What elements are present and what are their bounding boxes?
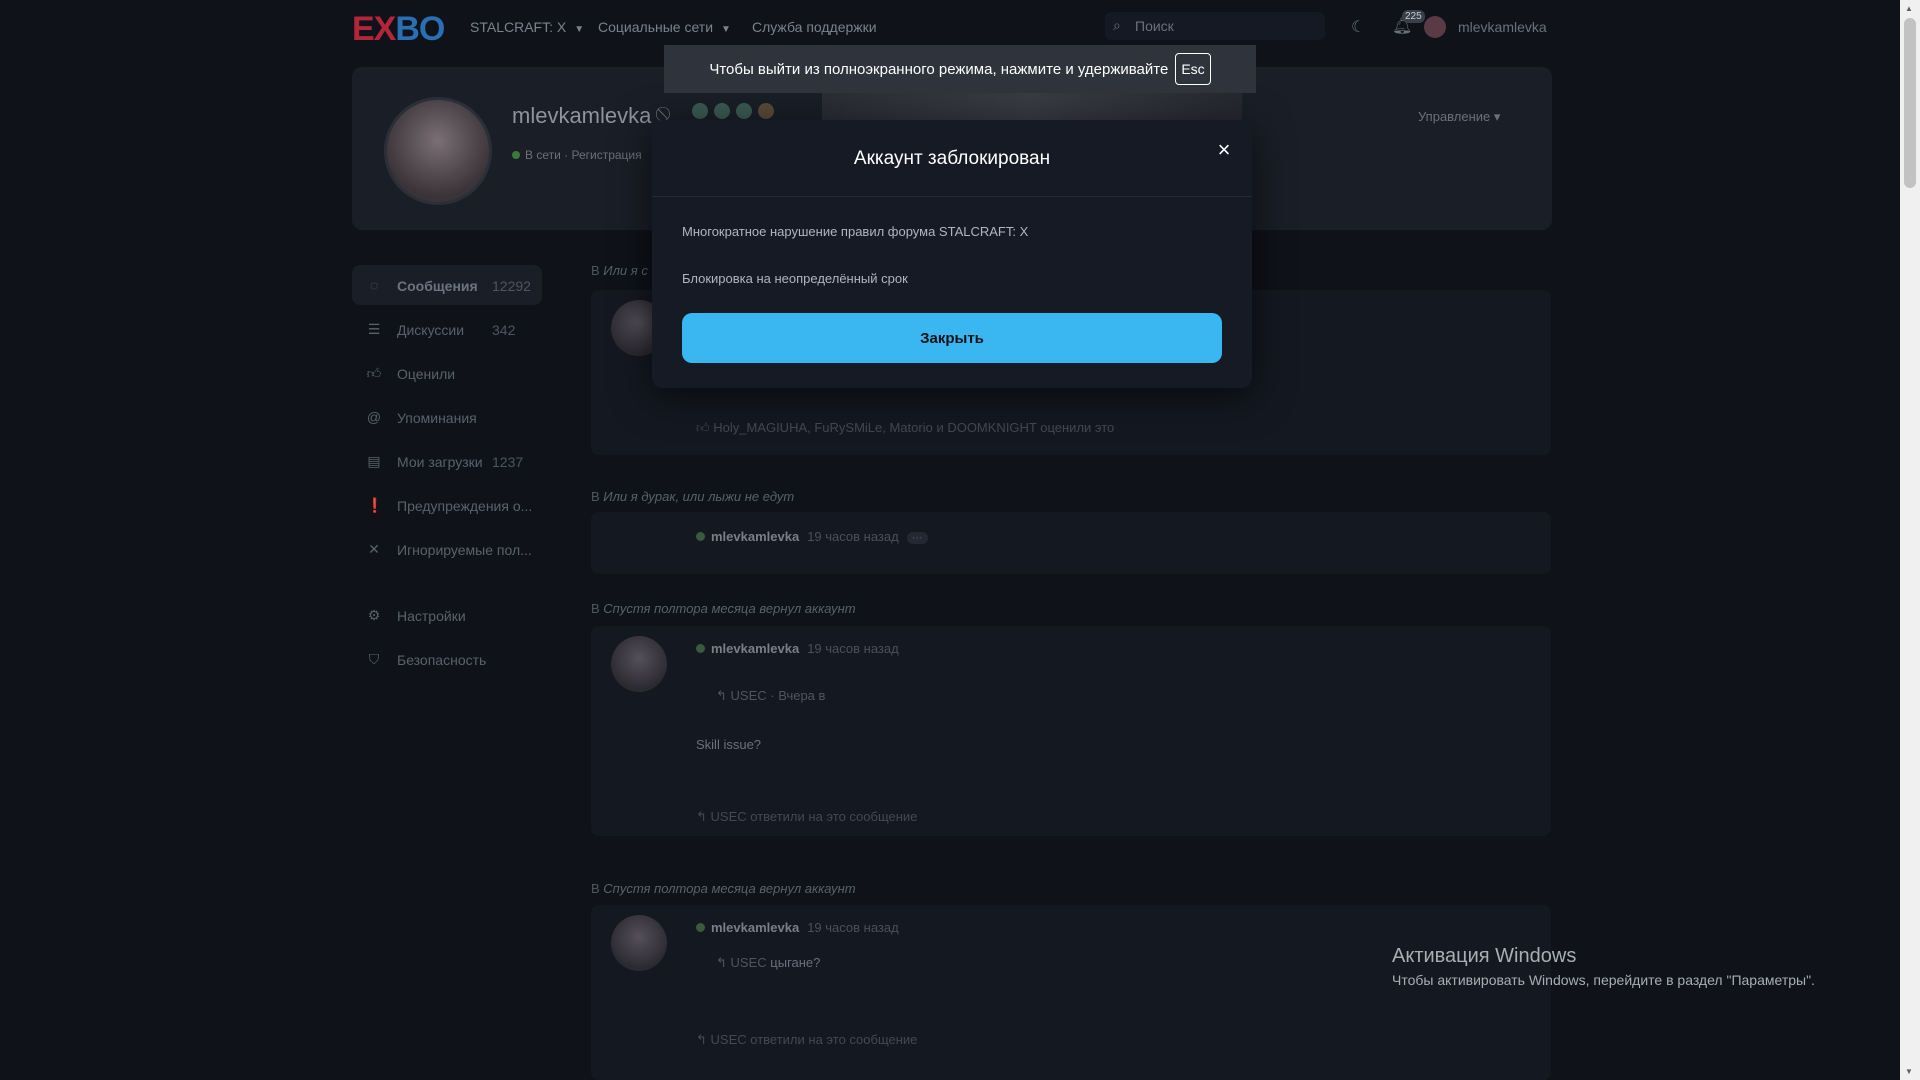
reply-footer[interactable]: ↰ USEC ответили на это сообщение <box>696 809 917 825</box>
badge-icon <box>758 103 774 119</box>
block-duration: Блокировка на неопределённый срок <box>682 271 908 286</box>
profile-sidebar: ◌ Сообщения 12292 ☰ Дискуссии 342 👍︎ Оценили … <box>352 265 542 683</box>
list-item: mlevkamlevka 19 часов назад ↰ USEC цыгане… <box>591 905 1551 1080</box>
chevron-down-icon: ▼ <box>574 24 585 35</box>
profile-name: mlevkamlevka <box>512 103 652 128</box>
nav-social[interactable]: Социальные сети ▼ <box>598 19 731 35</box>
esc-key-hint: Esc <box>1175 53 1211 85</box>
block-reason: Многократное нарушение правил форума STA… <box>682 224 1029 239</box>
exbo-logo[interactable]: EXBO <box>352 10 445 49</box>
nav-support[interactable]: Служба поддержки <box>752 19 877 35</box>
post-author[interactable]: mlevkamlevka 19 часов назад <box>696 920 899 935</box>
modal-header: Аккаунт заблокирован × <box>652 120 1252 197</box>
username-link[interactable]: mlevkamlevka <box>1458 19 1547 35</box>
sidebar-item-security[interactable]: ⛉ Безопасность <box>352 639 542 683</box>
thread-title[interactable]: В Или я дурак, или лыжи не едут <box>591 489 794 504</box>
likes-footer[interactable]: 👍︎ Holy_MAGIUHA, FuRySMiLe, Matorio и DO… <box>696 420 1114 436</box>
reply-icon: ↰ <box>716 688 727 703</box>
list-item: mlevkamlevka 19 часов назад ↰ USEC · Вчер… <box>591 626 1551 836</box>
reply-icon: ↰ <box>696 1032 707 1047</box>
ignore-icon: ✕ <box>368 541 380 557</box>
account-blocked-modal: Аккаунт заблокирован × Многократное нару… <box>652 120 1252 388</box>
sidebar-item-settings[interactable]: ⚙ Настройки <box>352 595 542 639</box>
manage-dropdown[interactable]: Управление ▾ <box>1418 109 1500 125</box>
search-input[interactable]: ⌕ Поиск <box>1105 12 1325 40</box>
avatar[interactable] <box>1424 16 1446 38</box>
avatar[interactable] <box>611 636 667 692</box>
thread-title[interactable]: В Спустя полтора месяца вернул аккаунт <box>591 601 856 616</box>
quote-block[interactable]: ↰ USEC · Вчера в <box>716 688 825 704</box>
thread-title[interactable]: В Спустя полтора месяца вернул аккаунт <box>591 881 856 896</box>
reply-icon: ↰ <box>716 955 727 970</box>
comment-icon: ◌ <box>369 277 379 293</box>
search-icon: ⌕ <box>1113 17 1121 33</box>
scrollbar[interactable]: ▲ ▼ <box>1900 0 1920 1080</box>
list-item: mlevkamlevka 19 часов назад ··· <box>591 512 1551 574</box>
post-author[interactable]: mlevkamlevka 19 часов назад <box>696 641 899 656</box>
at-icon: @ <box>366 409 382 425</box>
close-button[interactable]: Закрыть <box>682 313 1222 363</box>
badge-icon <box>692 103 708 119</box>
list-icon: ☰ <box>367 321 381 337</box>
online-dot-icon <box>512 151 520 159</box>
thumbs-up-icon: 👍︎ <box>366 365 382 381</box>
sidebar-item-discussions[interactable]: ☰ Дискуссии 342 <box>352 309 542 353</box>
nav-stalcraft[interactable]: STALCRAFT: X ▼ <box>470 19 584 35</box>
post-text: Skill issue? <box>696 737 762 752</box>
file-icon: ▤ <box>367 453 381 469</box>
reply-icon: ↰ <box>696 809 707 824</box>
moon-icon[interactable]: ☾ <box>1351 17 1365 37</box>
quote-block[interactable]: ↰ USEC цыгане? <box>716 955 820 971</box>
online-status: В сети · Регистрация <box>512 148 642 162</box>
sidebar-item-liked[interactable]: 👍︎ Оценили <box>352 353 542 397</box>
chevron-down-icon: ▼ <box>721 24 731 35</box>
post-author[interactable]: mlevkamlevka 19 часов назад ··· <box>696 529 928 544</box>
thumbs-up-icon: 👍︎ <box>696 420 710 435</box>
gear-icon: ⚙ <box>367 607 381 623</box>
sidebar-item-mentions[interactable]: @ Упоминания <box>352 397 542 441</box>
scrollbar-thumb[interactable] <box>1904 18 1916 188</box>
profile-avatar[interactable] <box>384 97 492 205</box>
windows-activation-watermark: Активация Windows Чтобы активировать Win… <box>1392 945 1815 988</box>
notification-badge: 225 <box>1402 10 1425 23</box>
badge-icon <box>714 103 730 119</box>
badge-icon <box>736 103 752 119</box>
thread-title[interactable]: В Или я с <box>591 263 648 278</box>
fullscreen-notice: Чтобы выйти из полноэкранного режима, на… <box>664 45 1256 93</box>
warning-icon: ❗ <box>366 497 384 513</box>
sidebar-item-uploads[interactable]: ▤ Мои загрузки 1237 <box>352 441 542 485</box>
sidebar-item-messages[interactable]: ◌ Сообщения 12292 <box>352 265 542 305</box>
reply-footer[interactable]: ↰ USEC ответили на это сообщение <box>696 1032 917 1048</box>
scroll-down-icon[interactable]: ▼ <box>1905 1067 1913 1076</box>
sidebar-item-warnings[interactable]: ❗ Предупреждения о... <box>352 485 542 529</box>
shield-icon: ⛉ <box>368 651 380 667</box>
more-icon[interactable]: ··· <box>906 532 928 544</box>
modal-title: Аккаунт заблокирован <box>853 148 1051 169</box>
close-icon[interactable]: × <box>1212 138 1236 162</box>
avatar[interactable] <box>611 915 667 971</box>
sidebar-item-ignored[interactable]: ✕ Игнорируемые пол... <box>352 529 542 573</box>
scroll-up-icon[interactable]: ▲ <box>1905 4 1913 13</box>
